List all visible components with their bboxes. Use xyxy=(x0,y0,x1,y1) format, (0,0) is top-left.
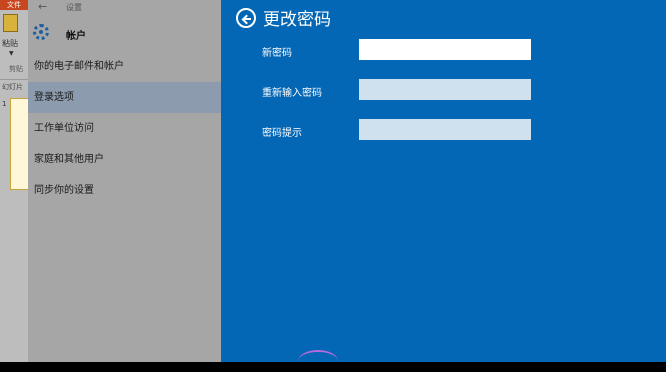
paste-label[interactable]: 粘贴 xyxy=(2,38,18,49)
password-hint-label: 密码提示 xyxy=(262,128,302,139)
divider xyxy=(0,79,28,80)
slides-panel-label: 幻灯片 xyxy=(2,83,23,91)
reenter-password-field[interactable] xyxy=(359,79,531,100)
password-hint-field[interactable] xyxy=(359,119,531,140)
settings-sidebar: ← 设置 帐户 你的电子邮件和帐户 登录选项 工作单位访问 家庭和其他用户 同步… xyxy=(28,0,221,362)
dialog-title: 更改密码 xyxy=(263,10,331,30)
background-app-strip: 文件 粘贴 ▼ 剪贴 幻灯片 1 xyxy=(0,0,28,362)
sidebar-item-sign-in-options[interactable]: 登录选项 xyxy=(28,82,221,113)
page-title: 帐户 xyxy=(66,31,86,42)
slide-number: 1 xyxy=(2,100,7,108)
change-password-dialog: 更改密码 新密码 重新输入密码 密码提示 xyxy=(221,0,666,362)
sidebar-item-sync-settings[interactable]: 同步你的设置 xyxy=(28,175,221,206)
slide-thumbnail[interactable] xyxy=(10,98,28,190)
pointer-trail xyxy=(298,350,338,372)
sidebar-item-email-accounts[interactable]: 你的电子邮件和帐户 xyxy=(28,51,221,82)
new-password-label: 新密码 xyxy=(262,48,292,59)
back-button[interactable] xyxy=(236,8,256,28)
chevron-down-icon[interactable]: ▼ xyxy=(9,50,14,57)
file-tab[interactable]: 文件 xyxy=(0,0,28,10)
sidebar-item-work-access[interactable]: 工作单位访问 xyxy=(28,113,221,144)
gear-icon xyxy=(33,24,49,40)
clipboard-label: 剪贴 xyxy=(9,65,23,73)
sidebar-item-family-users[interactable]: 家庭和其他用户 xyxy=(28,144,221,175)
paste-icon[interactable] xyxy=(3,14,18,32)
reenter-password-label: 重新输入密码 xyxy=(262,88,322,99)
settings-header-label: 设置 xyxy=(66,3,82,12)
back-arrow-icon[interactable]: ← xyxy=(38,0,47,14)
new-password-field[interactable] xyxy=(359,39,531,60)
